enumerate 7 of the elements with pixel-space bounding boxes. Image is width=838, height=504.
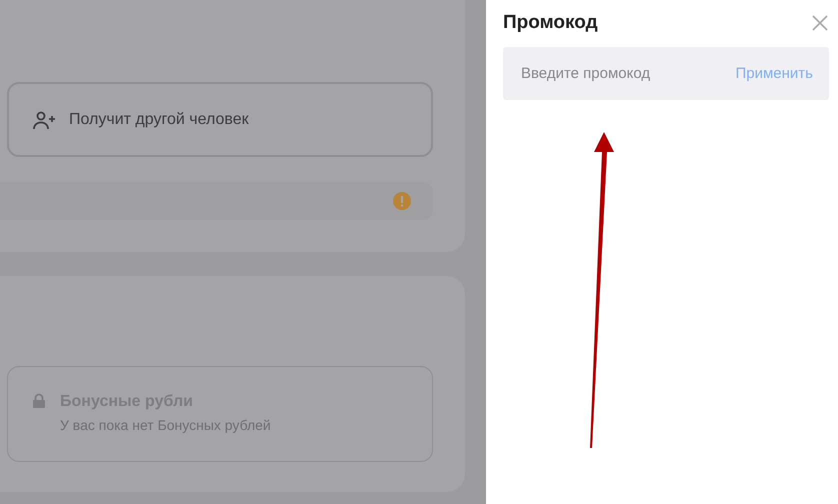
apply-button[interactable]: Применить bbox=[735, 65, 813, 82]
panel-title: Промокод bbox=[503, 12, 598, 34]
close-button[interactable] bbox=[811, 14, 829, 32]
warning-icon bbox=[393, 192, 411, 210]
recipient-option[interactable]: Получит другой человек bbox=[7, 82, 433, 157]
promo-field[interactable]: Введите промокод Применить bbox=[503, 47, 829, 100]
add-person-icon bbox=[33, 110, 57, 130]
